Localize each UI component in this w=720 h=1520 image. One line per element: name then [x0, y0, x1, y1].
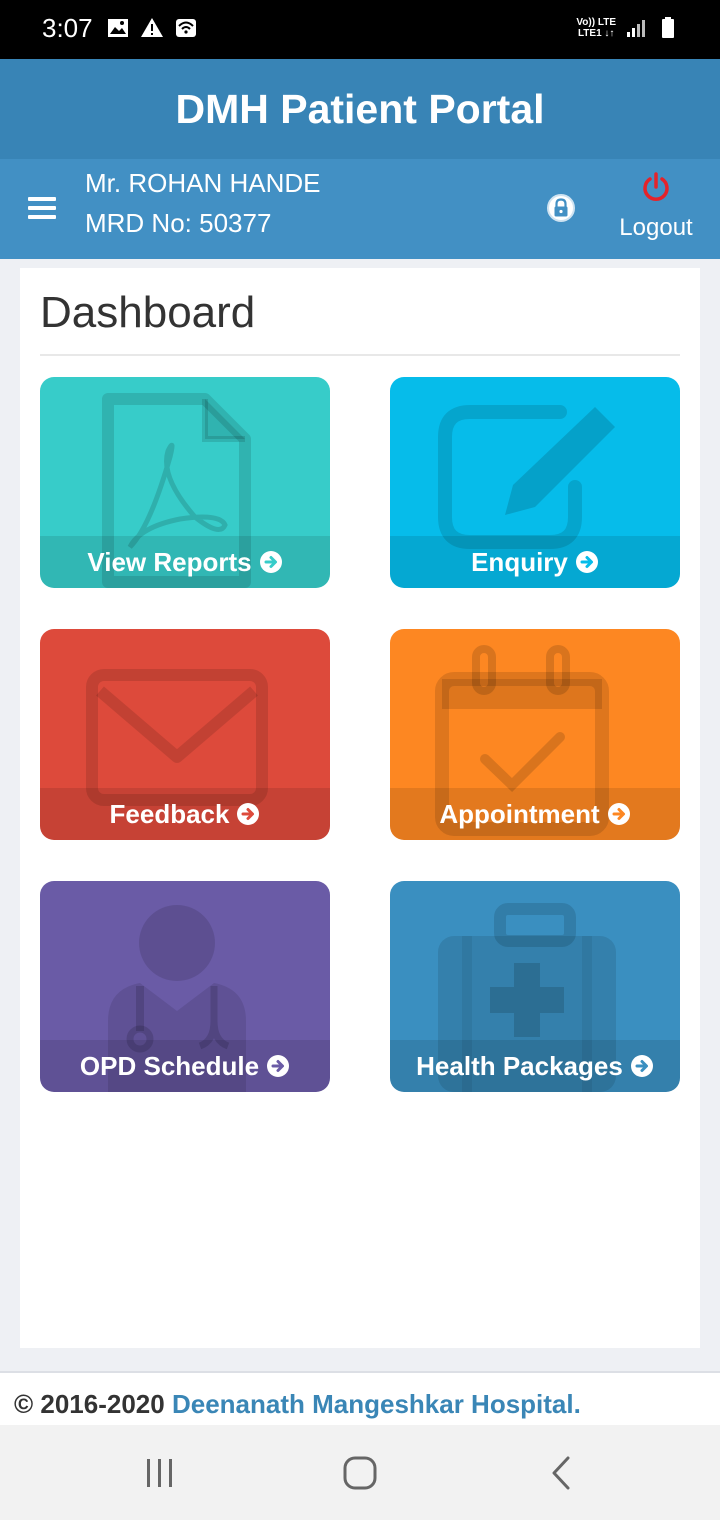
warning-icon: [141, 18, 163, 37]
tile-label: Enquiry: [390, 536, 680, 588]
view-reports-tile[interactable]: View Reports: [40, 377, 330, 588]
recent-apps-icon[interactable]: [140, 1453, 180, 1493]
app-title: DMH Patient Portal: [175, 86, 545, 132]
status-notification-icons: [106, 16, 198, 40]
user-info: Mr. ROHAN HANDE MRD No: 50377: [85, 163, 320, 243]
lock-icon[interactable]: [546, 193, 576, 223]
menu-line: [28, 197, 56, 201]
network-type-indicator: Vo)) LTE LTE1 ↓↑: [576, 17, 616, 39]
network-label-top: Vo)) LTE: [576, 17, 616, 28]
menu-line: [28, 215, 56, 219]
tile-label: Appointment: [390, 788, 680, 840]
arrow-circle-right-icon: [607, 803, 630, 825]
arrow-circle-right-icon: [237, 803, 260, 825]
app-header: DMH Patient Portal: [0, 59, 720, 159]
home-icon[interactable]: [340, 1453, 380, 1493]
mrd-number: MRD No: 50377: [85, 208, 272, 238]
enquiry-label: Enquiry: [471, 546, 568, 577]
arrow-circle-right-icon: [267, 1055, 290, 1077]
opd-schedule-label: OPD Schedule: [79, 1050, 260, 1081]
battery-icon: [662, 17, 674, 38]
back-icon[interactable]: [542, 1453, 582, 1493]
tile-label: Feedback: [40, 788, 330, 840]
arrow-circle-right-icon: [575, 551, 598, 573]
wifi-icon: [176, 19, 196, 37]
status-system-icons: Vo)) LTE LTE1 ↓↑: [576, 16, 680, 40]
arrow-circle-right-icon: [630, 1055, 653, 1077]
appointment-label: Appointment: [439, 798, 600, 829]
status-time: 3:07: [42, 13, 93, 43]
footer-text: © 2016-2020 Deenanath Mangeshkar Hospita…: [14, 1389, 581, 1420]
signal-icon: [627, 20, 645, 37]
network-label-bottom: LTE1 ↓↑: [577, 28, 615, 39]
power-icon: [643, 172, 669, 201]
gallery-icon: [108, 19, 128, 37]
health-packages-tile[interactable]: Health Packages: [390, 881, 680, 1092]
hospital-link[interactable]: Deenanath Mangeshkar Hospital.: [172, 1389, 581, 1419]
dashboard-card: Dashboard View Reports Enquiry Feedback …: [20, 268, 700, 1348]
menu-line: [28, 206, 56, 210]
arrow-circle-right-icon: [259, 551, 282, 573]
status-bar: 3:07 Vo)) LTE LTE1 ↓↑: [0, 0, 720, 59]
footer: © 2016-2020 Deenanath Mangeshkar Hospita…: [0, 1373, 720, 1425]
dashboard-title: Dashboard: [40, 288, 256, 337]
logout-label: Logout: [619, 214, 693, 241]
feedback-tile[interactable]: Feedback: [40, 629, 330, 840]
system-navigation-bar: [0, 1425, 720, 1520]
tile-label: OPD Schedule: [40, 1040, 330, 1092]
user-name: Mr. ROHAN HANDE: [85, 168, 321, 198]
logout-button[interactable]: Logout: [612, 171, 700, 251]
tile-label: Health Packages: [390, 1040, 680, 1092]
feedback-label: Feedback: [109, 798, 230, 829]
enquiry-tile[interactable]: Enquiry: [390, 377, 680, 588]
divider: [40, 354, 680, 356]
view-reports-label: View Reports: [87, 546, 252, 577]
copyright-text: © 2016-2020: [14, 1389, 165, 1419]
opd-schedule-tile[interactable]: OPD Schedule: [40, 881, 330, 1092]
appointment-tile[interactable]: Appointment: [390, 629, 680, 840]
hamburger-menu-button[interactable]: [28, 197, 56, 221]
user-bar: Mr. ROHAN HANDE MRD No: 50377 Logout: [0, 159, 720, 259]
health-packages-label: Health Packages: [416, 1050, 623, 1081]
tile-label: View Reports: [40, 536, 330, 588]
